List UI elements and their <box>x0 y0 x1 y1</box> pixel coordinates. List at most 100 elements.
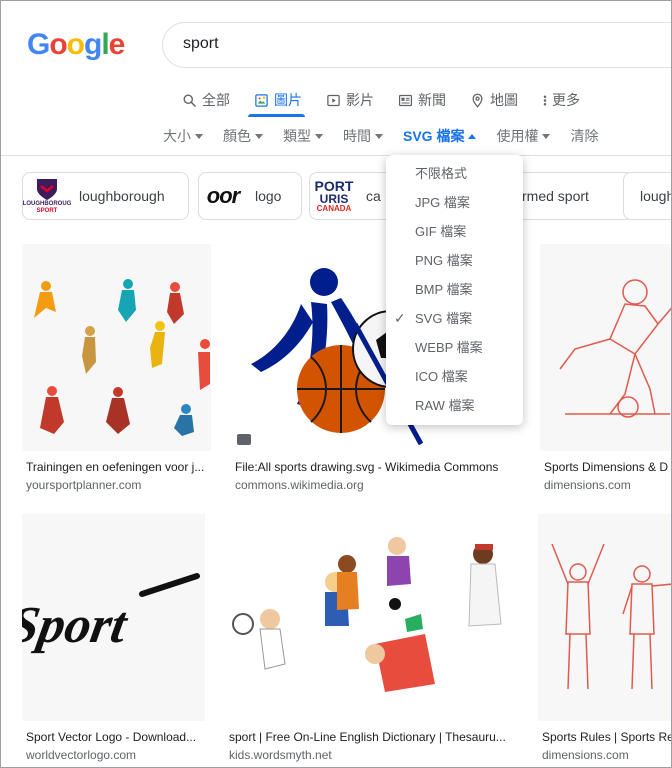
tab-images[interactable]: 圖片 <box>253 89 302 111</box>
result-source: yoursportplanner.com <box>26 478 142 492</box>
chip-label: loughborough <box>79 188 165 204</box>
search-box[interactable] <box>162 22 671 68</box>
chip-thumbnail: oor <box>199 173 247 219</box>
result-image <box>225 514 518 721</box>
logo-letter: e <box>108 28 126 61</box>
sport-silhouettes-image <box>22 244 211 451</box>
menu-item-label: GIF 檔案 <box>415 224 467 239</box>
result-image: Sport <box>22 514 205 721</box>
logo-letter: l <box>101 28 109 61</box>
filter-label: 使用權 <box>496 128 539 144</box>
menu-item-label: RAW 檔案 <box>415 398 475 413</box>
menu-item-label: BMP 檔案 <box>415 282 473 297</box>
chip-label: lough <box>640 188 672 204</box>
tab-videos[interactable]: 影片 <box>325 89 374 111</box>
file-type-png[interactable]: PNG 檔案 <box>386 246 523 275</box>
filter-size[interactable]: 大小 <box>163 126 203 146</box>
caret-down-icon <box>542 133 551 139</box>
soccer-player-line-drawing-image <box>540 244 671 451</box>
kids-sports-cartoon-image <box>225 514 518 721</box>
menu-item-label: 不限格式 <box>415 166 468 181</box>
caret-down-icon <box>315 133 323 139</box>
file-type-svg[interactable]: ✓ SVG 檔案 <box>386 304 523 333</box>
filter-label: 類型 <box>283 128 311 144</box>
image-result[interactable]: Sports Dimensions & D dimensions.com <box>540 244 671 494</box>
google-logo[interactable]: Google <box>27 28 126 62</box>
chip-thumb-text: LOUGHBOROUG SPORT <box>23 201 71 214</box>
image-result[interactable]: Trainingen en oefeningen voor j... yours… <box>22 244 211 494</box>
chip-thumbnail: PORT URIS CANADA <box>310 173 358 219</box>
file-type-webp[interactable]: WEBP 檔案 <box>386 333 523 362</box>
tab-label: 地圖 <box>490 92 518 108</box>
image-result[interactable]: sport | Free On-Line English Dictionary … <box>225 514 518 764</box>
logo-letter: G <box>27 28 50 61</box>
result-title[interactable]: sport | Free On-Line English Dictionary … <box>229 730 512 744</box>
image-filters: 大小 顏色 類型 時間 SVG 檔案 使用權 清除 <box>163 126 618 146</box>
result-image <box>538 514 671 721</box>
filter-label: 清除 <box>570 128 599 144</box>
referee-signals-drawing-image <box>538 514 671 721</box>
browser-frame: Google 全部 圖片 影片 新聞 <box>0 0 672 768</box>
tab-label: 新聞 <box>418 92 446 108</box>
filter-usage-rights[interactable]: 使用權 <box>496 126 551 146</box>
result-title[interactable]: Sport Vector Logo - Download... <box>26 730 205 744</box>
result-source: dimensions.com <box>544 478 631 492</box>
result-title[interactable]: Trainingen en oefeningen voor j... <box>26 460 211 474</box>
file-type-gif[interactable]: GIF 檔案 <box>386 217 523 246</box>
filter-clear[interactable]: 清除 <box>570 126 598 146</box>
chip-logo[interactable]: oor logo <box>198 172 302 220</box>
video-icon <box>325 92 341 108</box>
check-icon: ✓ <box>394 310 406 326</box>
filter-time[interactable]: 時間 <box>343 126 383 146</box>
active-tab-indicator <box>248 114 305 117</box>
file-type-any[interactable]: 不限格式 <box>386 159 523 188</box>
file-type-jpg[interactable]: JPG 檔案 <box>386 188 523 217</box>
image-result[interactable]: Sport Sport Vector Logo - Download... wo… <box>22 514 205 764</box>
filter-label: 顏色 <box>223 128 251 144</box>
sport-vector-logo-image: Sport <box>22 514 205 721</box>
image-result[interactable]: Sports Rules | Sports Re dimensions.com <box>538 514 671 764</box>
file-type-dropdown: 不限格式 JPG 檔案 GIF 檔案 PNG 檔案 BMP 檔案 ✓ SVG 檔… <box>386 155 523 425</box>
news-icon <box>397 92 413 108</box>
result-source: worldvectorlogo.com <box>26 748 137 762</box>
chip-label: logo <box>255 188 282 204</box>
caret-down-icon <box>255 133 263 139</box>
search-tabs: 全部 圖片 影片 新聞 地圖 更多 <box>181 89 603 111</box>
result-title[interactable]: Sports Dimensions & D <box>544 460 671 474</box>
chip-thumb-text: CANADA <box>316 204 352 213</box>
file-type-ico[interactable]: ICO 檔案 <box>386 362 523 391</box>
tab-all[interactable]: 全部 <box>181 89 230 111</box>
filter-file-type[interactable]: SVG 檔案 <box>403 126 477 146</box>
tab-news[interactable]: 新聞 <box>397 89 446 111</box>
tab-label: 影片 <box>346 92 374 108</box>
chip-thumb-text: oor <box>206 183 240 208</box>
result-source: dimensions.com <box>542 748 629 762</box>
result-title[interactable]: Sports Rules | Sports Re <box>542 730 671 744</box>
map-pin-icon <box>469 92 485 108</box>
header-divider <box>1 155 671 156</box>
filter-color[interactable]: 顏色 <box>223 126 263 146</box>
tab-maps[interactable]: 地圖 <box>469 89 518 111</box>
image-icon <box>253 92 269 108</box>
logo-letter: o <box>66 28 85 61</box>
chip-lough[interactable]: lough <box>623 172 672 220</box>
filter-label: 大小 <box>163 128 191 144</box>
menu-item-label: ICO 檔案 <box>415 369 468 384</box>
chip-loughborough[interactable]: LOUGHBOROUG SPORT loughborough <box>22 172 189 220</box>
tab-more[interactable]: 更多 <box>541 89 580 111</box>
result-source: kids.wordsmyth.net <box>229 748 332 762</box>
result-title[interactable]: File:All sports drawing.svg - Wikimedia … <box>235 460 520 474</box>
filter-type[interactable]: 類型 <box>283 126 323 146</box>
logo-letter: o <box>49 28 67 61</box>
sport-logo-text: Sport <box>22 596 132 654</box>
logo-letter: g <box>84 28 102 61</box>
file-type-bmp[interactable]: BMP 檔案 <box>386 275 523 304</box>
file-type-raw[interactable]: RAW 檔案 <box>386 391 523 420</box>
search-icon <box>181 92 197 108</box>
caret-up-icon <box>468 133 477 139</box>
menu-item-label: PNG 檔案 <box>415 253 473 268</box>
menu-item-label: WEBP 檔案 <box>415 340 483 355</box>
caret-down-icon <box>375 133 383 139</box>
search-input[interactable] <box>183 35 583 53</box>
image-badge-icon <box>237 434 251 445</box>
